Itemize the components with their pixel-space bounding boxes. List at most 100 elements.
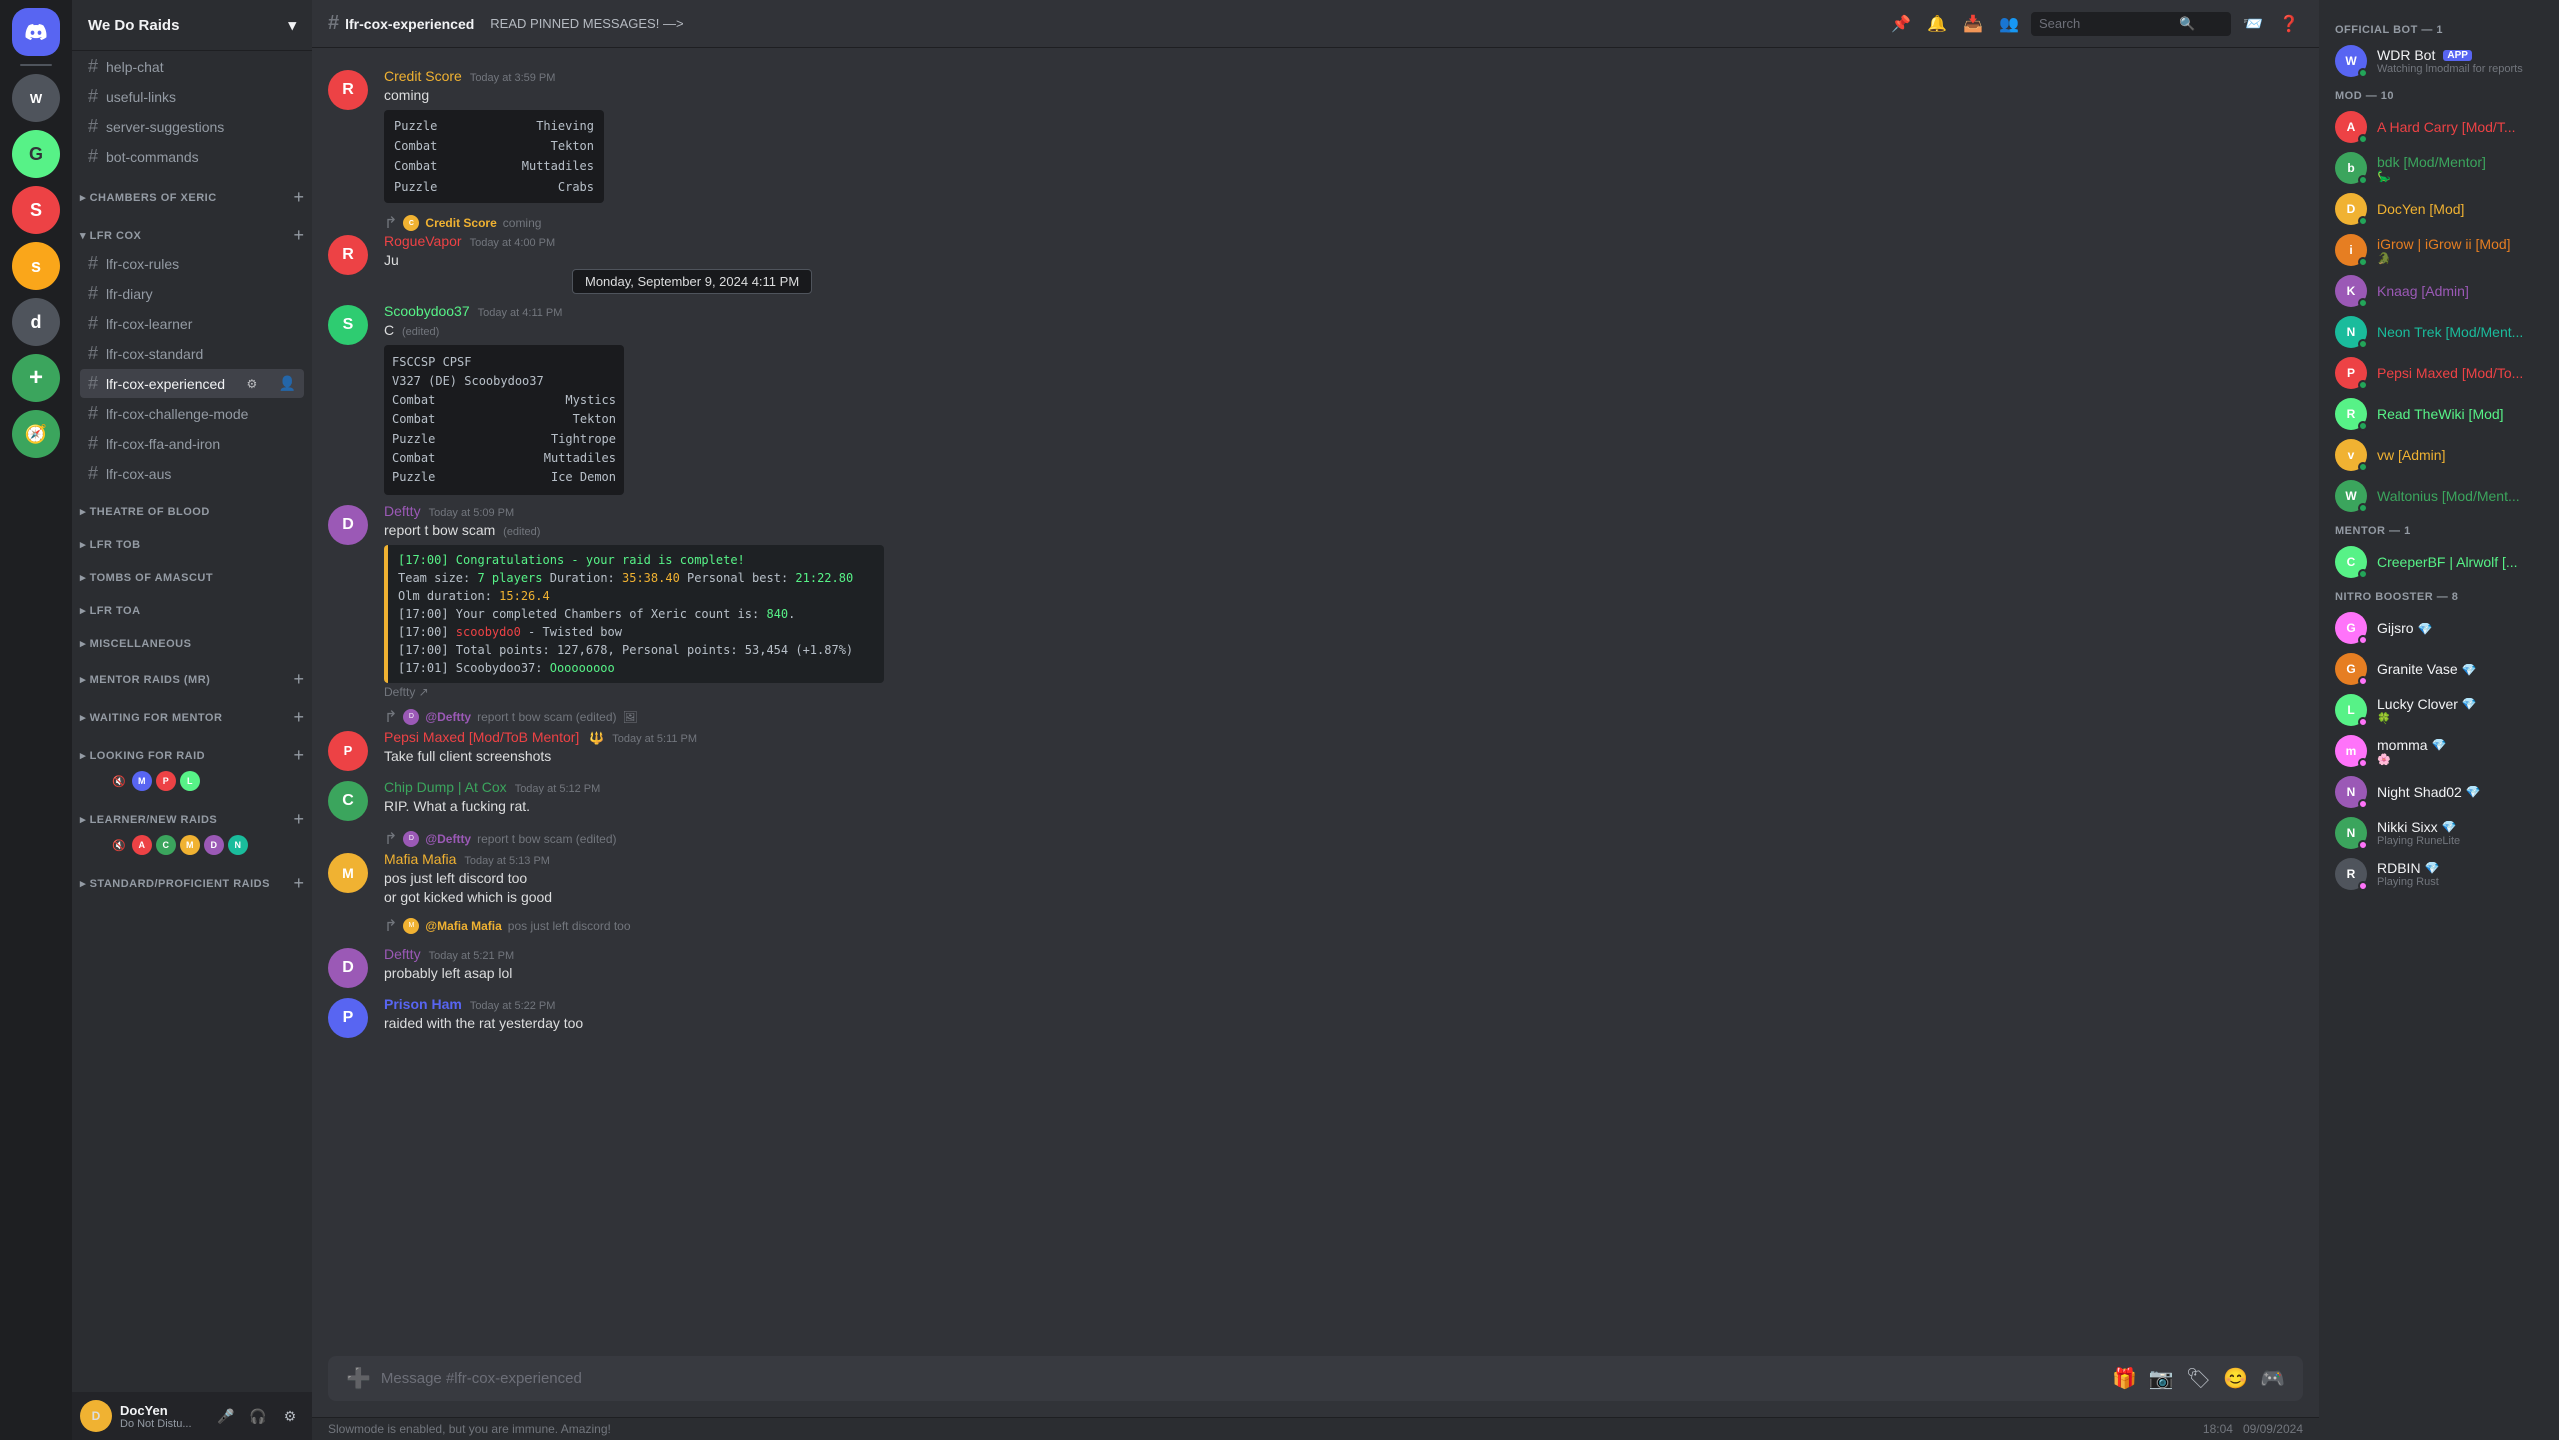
add-channel-button[interactable]: + <box>293 746 304 764</box>
server-s3[interactable]: S <box>12 186 60 234</box>
search-bar[interactable]: 🔍 <box>2031 12 2231 36</box>
category-misc[interactable]: ▸ MISCELLANEOUS <box>72 621 312 654</box>
member-pepsi[interactable]: P Pepsi Maxed [Mod/To... <box>2327 353 2551 393</box>
avatar[interactable]: D <box>328 948 368 988</box>
settings-icon[interactable]: ⚙ <box>246 377 257 391</box>
message-author[interactable]: RogueVapor <box>384 233 462 249</box>
server-s4[interactable]: s <box>12 242 60 290</box>
category-lfr-tob[interactable]: ▸ LFR TOB <box>72 522 312 555</box>
avatar[interactable]: C <box>328 781 368 821</box>
search-input[interactable] <box>2039 16 2179 31</box>
mute-button[interactable]: 🎤 <box>212 1402 240 1430</box>
channel-server-suggestions[interactable]: # server-suggestions <box>80 112 304 141</box>
add-channel-button[interactable]: + <box>293 188 304 206</box>
member-bdk[interactable]: b bdk [Mod/Mentor] 🦕 <box>2327 148 2551 188</box>
inbox-btn[interactable]: 📨 <box>2239 10 2267 38</box>
member-gijsro[interactable]: G Gijsro 💎 <box>2327 608 2551 648</box>
channel-lfr-cox-learner[interactable]: # lfr-cox-learner <box>80 309 304 338</box>
member-vw[interactable]: v vw [Admin] <box>2327 435 2551 475</box>
channel-lfr-cox-experienced[interactable]: # lfr-cox-experienced ⚙ 👤 <box>80 369 304 398</box>
server-header[interactable]: We Do Raids ▾ <box>72 0 312 51</box>
deafen-button[interactable]: 🎧 <box>244 1402 272 1430</box>
channel-lfr-cox-ffa-and-iron[interactable]: # lfr-cox-ffa-and-iron <box>80 429 304 458</box>
activity-button[interactable]: 🎮 <box>2258 1364 2287 1393</box>
server-wdr[interactable]: W <box>12 74 60 122</box>
avatar[interactable]: S <box>328 305 368 345</box>
pin-icon[interactable]: 📌 <box>1887 10 1915 38</box>
avatar[interactable]: R <box>328 235 368 275</box>
category-standard[interactable]: ▸ STANDARD/PROFICIENT RAIDS + <box>72 858 312 896</box>
server-discord-home[interactable] <box>12 8 60 56</box>
server-s5[interactable]: d <box>12 298 60 346</box>
channel-lfr-cox-rules[interactable]: # lfr-cox-rules <box>80 249 304 278</box>
member-docyen[interactable]: D DocYen [Mod] <box>2327 189 2551 229</box>
help-icon[interactable]: ❓ <box>2275 10 2303 38</box>
pinned-messages-button[interactable]: READ PINNED MESSAGES! —> <box>482 12 691 35</box>
category-lfr-cox[interactable]: ▾ LFR COX + <box>72 210 312 248</box>
category-mentor[interactable]: ▸ MENTOR RAIDS (MR) + <box>72 654 312 692</box>
member-momma[interactable]: m momma 💎 🌸 <box>2327 731 2551 771</box>
emoji-button[interactable]: 😊 <box>2221 1364 2250 1393</box>
message-input[interactable] <box>381 1370 2102 1387</box>
channel-lfr-cox-standard[interactable]: # lfr-cox-standard <box>80 339 304 368</box>
channel-useful-links[interactable]: # useful-links <box>80 82 304 111</box>
voice-channel-lfr[interactable]: 🔇 M P L <box>80 769 304 793</box>
member-waltonius[interactable]: W Waltonius [Mod/Ment... <box>2327 476 2551 516</box>
channel-lfr-diary[interactable]: # lfr-diary <box>80 279 304 308</box>
message-author[interactable]: Mafia Mafia <box>384 851 456 867</box>
member-wdr-bot[interactable]: W WDR Bot APP Watching lmodmail for repo… <box>2327 41 2551 81</box>
member-nikkisixx[interactable]: N Nikki Sixx 💎 Playing RuneLite <box>2327 813 2551 853</box>
server-s2[interactable]: G <box>12 130 60 178</box>
channel-lfr-cox-aus[interactable]: # lfr-cox-aus <box>80 459 304 488</box>
category-learner[interactable]: ▸ LEARNER/NEW RAIDS + <box>72 794 312 832</box>
message-author[interactable]: Deftty <box>384 946 421 962</box>
add-channel-button[interactable]: + <box>293 810 304 828</box>
category-lfr-toa[interactable]: ▸ LFR TOA <box>72 588 312 621</box>
member-granite[interactable]: G Granite Vase 💎 <box>2327 649 2551 689</box>
avatar[interactable]: R <box>328 70 368 110</box>
channel-help-chat[interactable]: # help-chat <box>80 52 304 81</box>
avatar[interactable]: D <box>80 1400 112 1432</box>
member-igrow[interactable]: i iGrow | iGrow ii [Mod] 🐊 <box>2327 230 2551 270</box>
member-luckyclover[interactable]: L Lucky Clover 💎 🍀 <box>2327 690 2551 730</box>
add-file-button[interactable]: ➕ <box>344 1364 373 1393</box>
gif-button[interactable]: 📷 <box>2147 1364 2176 1393</box>
bell-icon[interactable]: 🔔 <box>1923 10 1951 38</box>
gift-button[interactable]: 🎁 <box>2110 1364 2139 1393</box>
avatar[interactable]: P <box>328 731 368 771</box>
server-add[interactable]: + <box>12 354 60 402</box>
add-channel-button[interactable]: + <box>293 670 304 688</box>
member-knaag[interactable]: K Knaag [Admin] <box>2327 271 2551 311</box>
avatar[interactable]: M <box>328 853 368 893</box>
server-explore[interactable]: 🧭 <box>12 410 60 458</box>
member-neontrek[interactable]: N Neon Trek [Mod/Ment... <box>2327 312 2551 352</box>
channel-lfr-cox-challenge-mode[interactable]: # lfr-cox-challenge-mode <box>80 399 304 428</box>
member-readwiki[interactable]: R Read TheWiki [Mod] <box>2327 394 2551 434</box>
avatar[interactable]: P <box>328 998 368 1038</box>
member-creeperBF[interactable]: C CreeperBF | Alrwolf [... <box>2327 542 2551 582</box>
member-hardcarry[interactable]: A A Hard Carry [Mod/T... <box>2327 107 2551 147</box>
category-toa[interactable]: ▸ TOMBS OF AMASCUT <box>72 555 312 588</box>
member-rdbin[interactable]: R RDBIN 💎 Playing Rust <box>2327 854 2551 894</box>
channel-bot-commands[interactable]: # bot-commands <box>80 142 304 171</box>
add-member-icon[interactable]: 👤 <box>279 375 296 392</box>
message-author[interactable]: Chip Dump | At Cox <box>384 779 507 795</box>
sticker-button[interactable]: 🏷 <box>2184 1364 2213 1393</box>
message-author[interactable]: Deftty <box>384 503 421 519</box>
category-chambers[interactable]: ▸ CHAMBERS OF XERIC + <box>72 172 312 210</box>
members-icon[interactable]: 👥 <box>1995 10 2023 38</box>
settings-button[interactable]: ⚙ <box>276 1402 304 1430</box>
category-waiting[interactable]: ▸ WAITING FOR MENTOR + <box>72 692 312 730</box>
add-channel-button[interactable]: + <box>293 708 304 726</box>
add-channel-button[interactable]: + <box>293 226 304 244</box>
avatar[interactable]: D <box>328 505 368 545</box>
inbox-icon[interactable]: 📥 <box>1959 10 1987 38</box>
message-author[interactable]: Credit Score <box>384 68 462 84</box>
message-author[interactable]: Prison Ham <box>384 996 462 1012</box>
message-author[interactable]: Pepsi Maxed [Mod/ToB Mentor] <box>384 729 579 745</box>
member-nightshad[interactable]: N Night Shad02 💎 <box>2327 772 2551 812</box>
category-tob[interactable]: ▸ THEATRE OF BLOOD <box>72 489 312 522</box>
message-author[interactable]: Scoobydoo37 <box>384 303 470 319</box>
add-channel-button[interactable]: + <box>293 874 304 892</box>
category-lfr-looking[interactable]: ▸ LOOKING FOR RAID + <box>72 730 312 768</box>
